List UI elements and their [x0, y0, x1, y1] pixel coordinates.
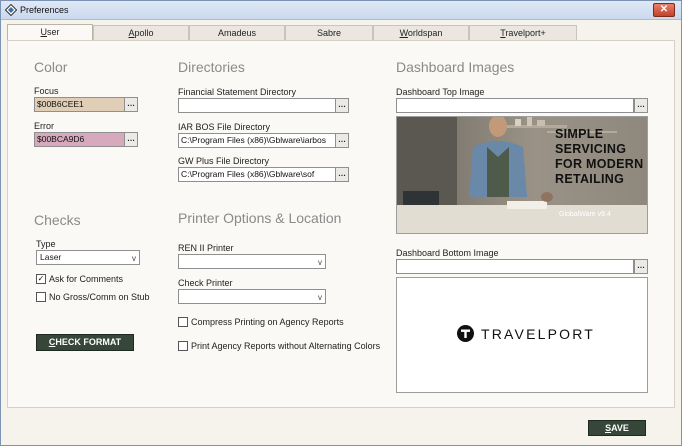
error-label: Error — [34, 121, 54, 131]
financial-statement-directory-label: Financial Statement Directory — [178, 87, 297, 97]
check-printer-label: Check Printer — [178, 278, 233, 288]
ren-ii-printer-select[interactable]: v — [178, 254, 326, 269]
color-heading: Color — [34, 59, 68, 75]
focus-label: Focus — [34, 86, 59, 96]
iar-bos-directory-label: IAR BOS File Directory — [178, 122, 271, 132]
gw-plus-directory-label: GW Plus File Directory — [178, 156, 270, 166]
compress-printing-checkbox[interactable] — [178, 317, 188, 327]
dashboard-top-image-label: Dashboard Top Image — [396, 87, 485, 97]
no-alternating-colors-checkbox[interactable] — [178, 341, 188, 351]
top-image-text-line-3: FOR MODERN — [555, 157, 644, 171]
no-alternating-colors-label: Print Agency Reports without Alternating… — [191, 341, 381, 351]
preferences-window: Preferences ✕ User Apollo Amadeus Sabre … — [0, 0, 682, 446]
dashboard-images-heading: Dashboard Images — [396, 59, 515, 75]
focus-color-field[interactable]: $00B6CEE1 — [34, 97, 126, 112]
financial-statement-directory-field[interactable] — [178, 98, 336, 113]
close-icon: ✕ — [659, 4, 669, 15]
gw-plus-browse-button[interactable]: … — [335, 167, 349, 182]
financial-statement-browse-button[interactable]: … — [335, 98, 349, 113]
tab-travelport-plus[interactable]: Travelport+ — [469, 25, 577, 41]
ask-comments-checkbox[interactable]: ✓ — [36, 274, 46, 284]
chevron-down-icon: v — [318, 258, 322, 267]
ellipsis-icon: … — [127, 134, 135, 143]
gw-plus-directory-field[interactable]: C:\Program Files (x86)\Gblware\sof — [178, 167, 336, 182]
directories-heading: Directories — [178, 59, 245, 75]
dashboard-bottom-image-browse-button[interactable]: … — [634, 259, 648, 274]
top-image-text-line-4: RETAILING — [555, 172, 625, 186]
checkmark-icon: ✓ — [37, 274, 45, 283]
close-button[interactable]: ✕ — [653, 3, 675, 17]
tab-amadeus[interactable]: Amadeus — [189, 25, 285, 41]
error-color-browse-button[interactable]: … — [124, 132, 138, 147]
check-format-button[interactable]: CHECK FORMAT — [36, 334, 134, 351]
printer-options-heading: Printer Options & Location — [178, 210, 342, 226]
dashboard-top-image-preview: SIMPLE SERVICING FOR MODERN RETAILING Gl… — [396, 116, 648, 234]
checks-heading: Checks — [34, 212, 81, 228]
check-type-label: Type — [36, 239, 56, 249]
iar-bos-directory-field[interactable]: C:\Program Files (x86)\Gblware\iarbos — [178, 133, 336, 148]
no-gross-comm-checkbox[interactable] — [36, 292, 46, 302]
preferences-app-icon — [5, 4, 17, 16]
chevron-down-icon: v — [318, 293, 322, 302]
save-button[interactable]: SAVE — [588, 420, 646, 436]
top-image-text-line-2: SERVICING — [555, 142, 627, 156]
ren-ii-printer-label: REN II Printer — [178, 243, 234, 253]
tab-worldspan[interactable]: Worldspan — [373, 25, 469, 41]
title-bar: Preferences ✕ — [1, 1, 681, 20]
ellipsis-icon: … — [637, 261, 645, 270]
ellipsis-icon: … — [338, 135, 346, 144]
no-gross-comm-label: No Gross/Comm on Stub — [49, 292, 150, 302]
top-image-brand: GlobalWare v9.4 — [559, 211, 611, 218]
tab-apollo[interactable]: Apollo — [93, 25, 189, 41]
dashboard-bottom-image-field[interactable] — [396, 259, 634, 274]
error-color-field[interactable]: $00BCA9D6 — [34, 132, 126, 147]
ellipsis-icon: … — [338, 169, 346, 178]
compress-printing-label: Compress Printing on Agency Reports — [191, 317, 344, 327]
tab-sabre[interactable]: Sabre — [285, 25, 373, 41]
chevron-down-icon: v — [132, 254, 136, 263]
iar-bos-browse-button[interactable]: … — [335, 133, 349, 148]
dashboard-top-image-field[interactable] — [396, 98, 634, 113]
user-tab-panel: Color Focus $00B6CEE1 … Error $00BCA9D6 … — [7, 40, 675, 408]
check-printer-select[interactable]: v — [178, 289, 326, 304]
dashboard-bottom-image-preview: TRAVELPORT — [396, 277, 648, 393]
travelport-logo-text: TRAVELPORT — [481, 326, 596, 342]
ask-comments-label: Ask for Comments — [49, 274, 124, 284]
dashboard-bottom-image-label: Dashboard Bottom Image — [396, 248, 499, 258]
focus-color-browse-button[interactable]: … — [124, 97, 138, 112]
ellipsis-icon: … — [338, 100, 346, 109]
window-title: Preferences — [20, 5, 69, 15]
ellipsis-icon: … — [637, 100, 645, 109]
dashboard-top-image-browse-button[interactable]: … — [634, 98, 648, 113]
check-type-select[interactable]: Laser v — [36, 250, 140, 265]
ellipsis-icon: … — [127, 99, 135, 108]
top-image-text-line-1: SIMPLE — [555, 127, 604, 141]
travelport-logo-icon — [457, 325, 474, 342]
